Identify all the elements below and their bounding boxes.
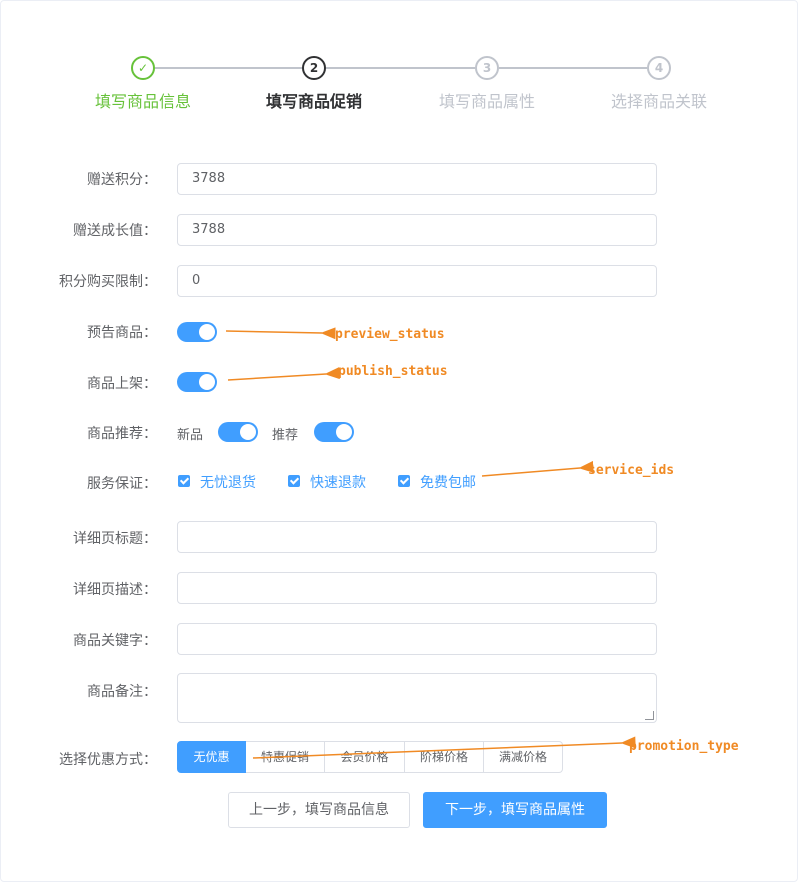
preview-switch[interactable] xyxy=(177,322,217,342)
gift-growth-input[interactable]: 3788 xyxy=(177,214,657,246)
step-3-marker: 3 xyxy=(475,56,499,80)
promotion-option-none[interactable]: 无优惠 xyxy=(177,741,246,773)
prev-step-button[interactable]: 上一步，填写商品信息 xyxy=(228,792,410,828)
note-textarea[interactable] xyxy=(177,673,657,723)
new-product-switch[interactable] xyxy=(218,422,258,442)
note-label: 商品备注： xyxy=(87,684,157,700)
recommend-product-label: 推荐 xyxy=(272,428,299,443)
service-label: 服务保证： xyxy=(87,476,157,492)
gift-points-label: 赠送积分： xyxy=(87,172,157,188)
publish-switch[interactable] xyxy=(177,372,217,392)
points-limit-label: 积分购买限制： xyxy=(59,274,157,290)
step-4-title: 选择商品关联 xyxy=(610,92,707,111)
step-4-marker: 4 xyxy=(647,56,671,80)
promotion-label: 选择优惠方式： xyxy=(59,752,157,768)
new-product-label: 新品 xyxy=(177,428,204,443)
detail-title-input[interactable] xyxy=(177,521,657,553)
preview-label: 预告商品： xyxy=(87,325,157,341)
detail-title-label: 详细页标题： xyxy=(73,531,157,547)
gift-points-input[interactable]: 3788 xyxy=(177,163,657,195)
step-2-title: 填写商品促销 xyxy=(265,92,362,111)
service-option-3-label[interactable]: 免费包邮 xyxy=(420,472,476,492)
detail-desc-input[interactable] xyxy=(177,572,657,604)
publish-label: 商品上架： xyxy=(87,376,157,392)
gift-growth-label: 赠送成长值： xyxy=(73,223,157,239)
annotation-service-ids: service_ids xyxy=(588,463,675,478)
promotion-option-special[interactable]: 特惠促销 xyxy=(246,741,325,773)
step-connector xyxy=(155,67,302,69)
promotion-type-group: 无优惠 特惠促销 会员价格 阶梯价格 满减价格 xyxy=(177,741,563,773)
resize-handle-icon[interactable] xyxy=(645,711,654,720)
service-checkbox-3[interactable] xyxy=(398,475,410,487)
keywords-input[interactable] xyxy=(177,623,657,655)
keywords-label: 商品关键字： xyxy=(73,633,157,649)
step-connector xyxy=(326,67,475,69)
step-2-marker: 2 xyxy=(302,56,326,80)
step-connector xyxy=(499,67,647,69)
points-limit-input[interactable]: 0 xyxy=(177,265,657,297)
recommend-product-switch[interactable] xyxy=(314,422,354,442)
service-option-1-label[interactable]: 无忧退货 xyxy=(200,472,256,492)
service-option-2-label[interactable]: 快速退款 xyxy=(310,472,366,492)
service-checkbox-1[interactable] xyxy=(178,475,190,487)
promotion-option-ladder[interactable]: 阶梯价格 xyxy=(405,741,484,773)
service-checkbox-2[interactable] xyxy=(288,475,300,487)
step-3-title: 填写商品属性 xyxy=(438,92,535,111)
promotion-option-member[interactable]: 会员价格 xyxy=(325,741,405,773)
next-step-button[interactable]: 下一步，填写商品属性 xyxy=(423,792,607,828)
annotation-promotion-type: promotion_type xyxy=(629,739,739,754)
promotion-option-full-reduction[interactable]: 满减价格 xyxy=(484,741,563,773)
recommend-label: 商品推荐： xyxy=(87,426,157,442)
detail-desc-label: 详细页描述： xyxy=(73,582,157,598)
annotation-publish-status: publish_status xyxy=(338,364,448,379)
step-1-title: 填写商品信息 xyxy=(94,92,191,111)
step-1-check-icon: ✓ xyxy=(131,56,155,80)
annotation-preview-status: preview_status xyxy=(335,327,445,342)
